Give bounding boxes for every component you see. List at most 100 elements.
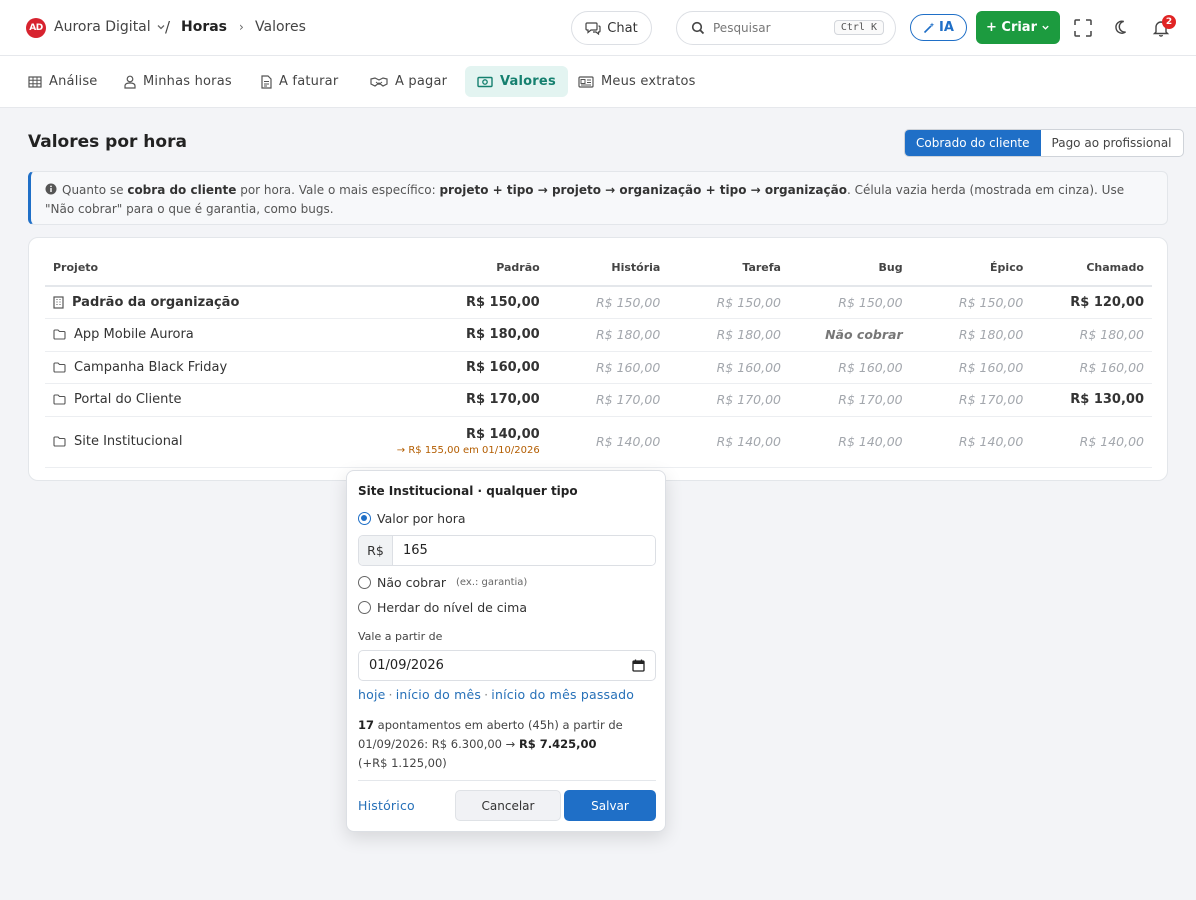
tab-label: A faturar [279, 74, 339, 89]
rate-cell-tarefa[interactable]: R$ 140,00 [668, 416, 789, 468]
project-name: App Mobile Aurora [74, 327, 194, 342]
project-cell: App Mobile Aurora [45, 318, 367, 352]
folder-icon [53, 329, 66, 340]
chat-button[interactable]: Chat [571, 11, 652, 45]
rate-cell-chamado[interactable]: R$ 180,00 [1031, 318, 1152, 352]
rate-cell-historia[interactable]: R$ 160,00 [547, 351, 669, 384]
rate-cell-default[interactable]: R$ 170,00 [366, 383, 548, 417]
history-link[interactable]: Histórico [358, 798, 415, 813]
option-label: Herdar do nível de cima [377, 600, 527, 615]
impact-summary: 17 apontamentos em aberto (45h) a partir… [358, 716, 648, 773]
option-no-charge[interactable]: Não cobrar (ex.: garantia) [358, 575, 527, 590]
popover-title: Site Institucional · qualquer tipo [358, 484, 578, 498]
rate-cell-tarefa[interactable]: R$ 170,00 [668, 383, 789, 417]
tab-minhas-horas[interactable]: Minhas horas [112, 66, 244, 97]
rate-cell-historia[interactable]: R$ 170,00 [547, 383, 669, 417]
column-header: Épico [910, 250, 1032, 287]
radio-unselected[interactable] [358, 601, 371, 614]
rate-cell-default[interactable]: R$ 180,00 [366, 318, 548, 352]
rate-cell-default[interactable]: R$ 160,00 [366, 351, 548, 384]
quick-month-start-link[interactable]: início do mês [396, 687, 481, 702]
building-icon [53, 296, 64, 309]
search-input[interactable] [713, 21, 825, 35]
rate-cell-tarefa[interactable]: R$ 180,00 [668, 318, 789, 352]
cancel-button[interactable]: Cancelar [455, 790, 561, 821]
rate-cell-chamado[interactable]: R$ 160,00 [1031, 351, 1152, 384]
info-icon [45, 183, 57, 195]
quick-separator: · [388, 687, 393, 702]
scheduled-rate-change: → R$ 155,00 em 01/10/2026 [396, 445, 540, 456]
impact-delta: (+R$ 1.125,00) [358, 756, 447, 770]
moon-icon [1115, 20, 1126, 34]
search-shortcut-hint: Ctrl K [833, 20, 884, 35]
rate-cell-epico[interactable]: R$ 140,00 [910, 416, 1032, 468]
rate-cell-bug[interactable]: Não cobrar [788, 318, 911, 352]
search-icon [691, 21, 705, 35]
project-name: Padrão da organização [72, 294, 240, 310]
rate-cell-chamado[interactable]: R$ 140,00 [1031, 416, 1152, 468]
tab-label: Meus extratos [601, 74, 696, 89]
column-header: Bug [788, 250, 911, 287]
search-box[interactable]: Ctrl K [676, 11, 896, 45]
rate-cell-default[interactable]: R$ 140,00 → R$ 155,00 em 01/10/2026 [366, 416, 548, 468]
tab-meus-extratos[interactable]: Meus extratos [566, 66, 708, 97]
toggle-charged-client[interactable]: Cobrado do cliente [905, 130, 1041, 156]
rate-cell-chamado[interactable]: R$ 120,00 [1031, 286, 1152, 319]
option-label: Não cobrar [377, 575, 447, 590]
table-row: App Mobile Aurora R$ 180,00 R$ 180,00 R$… [45, 318, 1152, 352]
column-header: Padrão [366, 250, 548, 287]
table-header-row: Projeto Padrão História Tarefa Bug Épico… [45, 250, 1152, 287]
org-logo[interactable]: AD [26, 18, 46, 38]
effective-date-label: Vale a partir de [358, 630, 443, 643]
rate-cell-historia[interactable]: R$ 180,00 [547, 318, 669, 352]
tab-valores[interactable]: Valores [465, 66, 568, 97]
save-button[interactable]: Salvar [564, 790, 656, 821]
rate-cell-epico[interactable]: R$ 180,00 [910, 318, 1032, 352]
rate-cell-default[interactable]: R$ 150,00 [366, 286, 548, 319]
rate-cell-epico[interactable]: R$ 160,00 [910, 351, 1032, 384]
fullscreen-button[interactable] [1072, 17, 1094, 39]
ai-button[interactable]: IA [910, 14, 967, 41]
calendar-icon[interactable] [632, 659, 645, 672]
rate-cell-bug[interactable]: R$ 140,00 [788, 416, 911, 468]
quick-today-link[interactable]: hoje [358, 687, 386, 702]
rate-edit-popover: Site Institucional · qualquer tipo Valor… [346, 470, 666, 832]
rate-cell-epico[interactable]: R$ 150,00 [910, 286, 1032, 319]
rate-cell-tarefa[interactable]: R$ 150,00 [668, 286, 789, 319]
handshake-icon [370, 76, 388, 87]
table-row: Portal do Cliente R$ 170,00 R$ 170,00 R$… [45, 383, 1152, 417]
tab-a-faturar[interactable]: A faturar [248, 66, 350, 97]
tab-analise[interactable]: Análise [16, 66, 110, 97]
create-button[interactable]: + Criar [976, 11, 1060, 44]
toggle-paid-professional[interactable]: Pago ao profissional [1041, 130, 1183, 156]
radio-unselected[interactable] [358, 576, 371, 589]
rate-cell-chamado[interactable]: R$ 130,00 [1031, 383, 1152, 417]
effective-date-input[interactable]: 01/09/2026 [358, 650, 656, 681]
rate-cell-historia[interactable]: R$ 140,00 [547, 416, 669, 468]
rate-cell-bug[interactable]: R$ 150,00 [788, 286, 911, 319]
column-header: Projeto [45, 250, 367, 287]
tab-a-pagar[interactable]: A pagar [358, 66, 459, 97]
impact-count: 17 [358, 718, 375, 732]
rate-input[interactable] [393, 536, 655, 565]
option-inherit[interactable]: Herdar do nível de cima [358, 600, 527, 615]
rate-cell-epico[interactable]: R$ 170,00 [910, 383, 1032, 417]
magic-wand-icon [923, 22, 935, 33]
rate-cell-bug[interactable]: R$ 170,00 [788, 383, 911, 417]
chevron-down-icon [1042, 25, 1049, 30]
radio-selected[interactable] [358, 512, 371, 525]
table-row: Site Institucional R$ 140,00 → R$ 155,00… [45, 416, 1152, 468]
rate-cell-historia[interactable]: R$ 150,00 [547, 286, 669, 319]
money-icon [477, 76, 493, 87]
option-rate[interactable]: Valor por hora [358, 511, 466, 526]
folder-icon [53, 361, 66, 373]
breadcrumb-separator: / [165, 18, 171, 36]
tab-label: Valores [500, 74, 556, 89]
breadcrumb-section[interactable]: Horas [181, 19, 227, 35]
info-text: Quanto se [62, 183, 128, 197]
org-switcher[interactable]: Aurora Digital [54, 19, 166, 35]
theme-toggle-button[interactable] [1112, 17, 1134, 39]
quick-prev-month-link[interactable]: início do mês passado [491, 687, 634, 702]
rate-cell-tarefa[interactable]: R$ 160,00 [668, 351, 789, 384]
rate-cell-bug[interactable]: R$ 160,00 [788, 351, 911, 384]
